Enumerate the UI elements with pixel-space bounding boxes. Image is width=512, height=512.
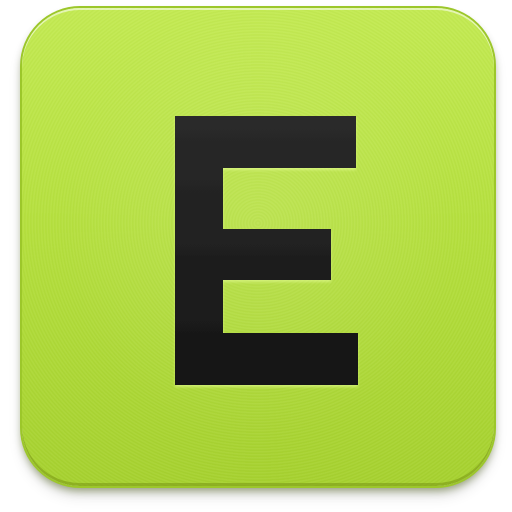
letter-e-glyph	[175, 116, 358, 385]
letter-e-icon	[175, 116, 358, 385]
letter-e-app-icon[interactable]: E	[22, 8, 494, 486]
